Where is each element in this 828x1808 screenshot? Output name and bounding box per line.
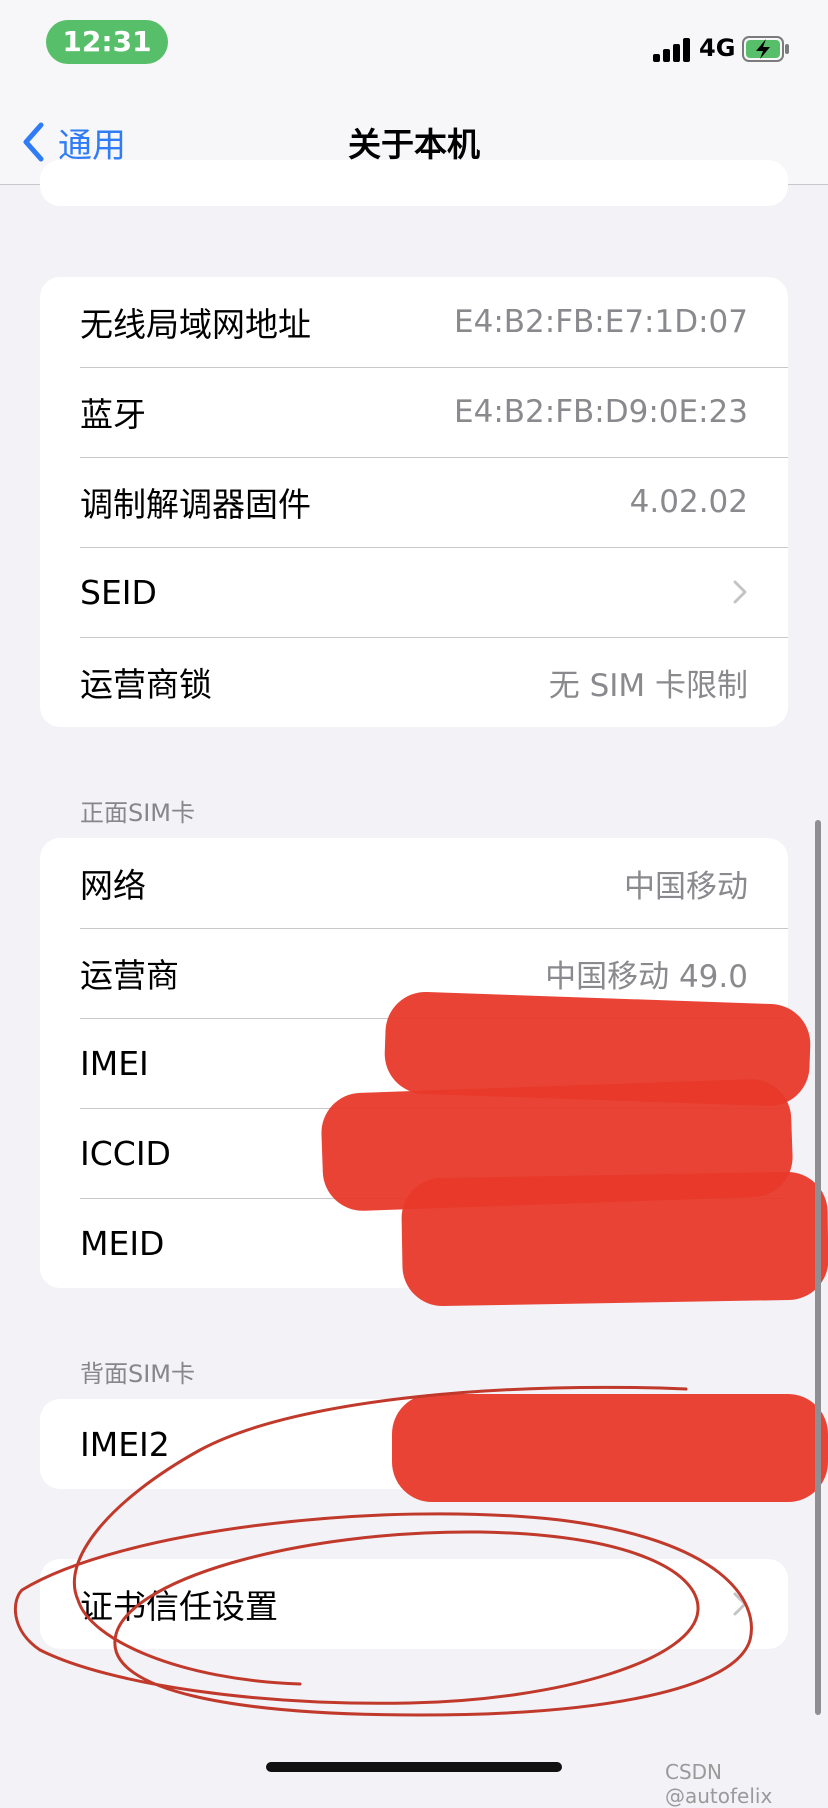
watermark: CSDN @autofelix: [665, 1760, 773, 1808]
annotation-circle-drawing: [14, 1385, 753, 1717]
home-indicator[interactable]: [266, 1762, 562, 1772]
scrollbar[interactable]: [815, 820, 821, 1715]
